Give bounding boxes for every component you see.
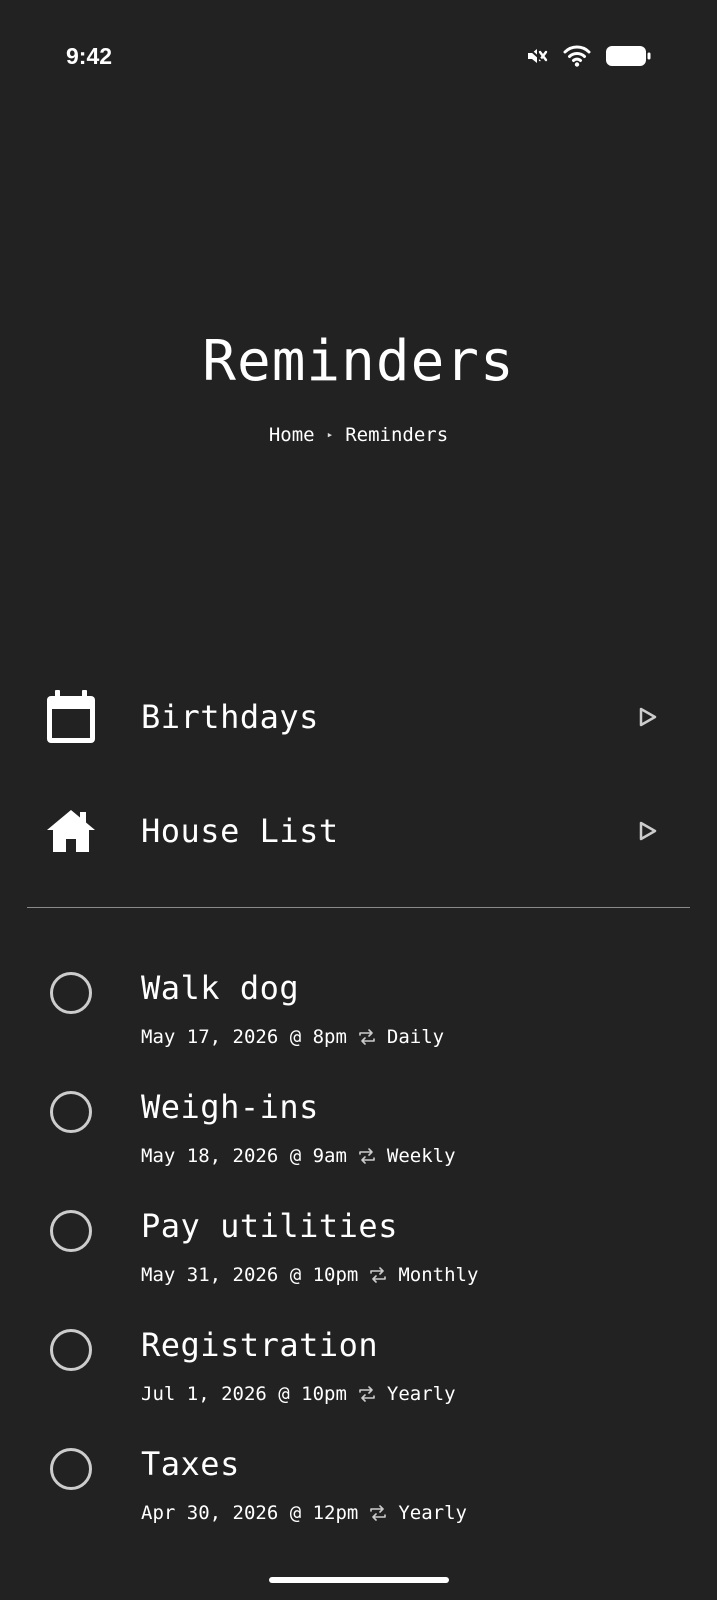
reminder-item[interactable]: Walk dog May 17, 2026 @ 8pm Daily	[0, 958, 717, 1077]
repeat-icon	[357, 1027, 377, 1047]
repeat-icon	[357, 1146, 377, 1166]
reminder-checkbox[interactable]	[50, 1091, 92, 1133]
reminder-meta: May 17, 2026 @ 8pm Daily	[141, 1024, 444, 1050]
category-house-list[interactable]: House List	[0, 774, 717, 888]
home-indicator[interactable]	[269, 1577, 449, 1583]
reminder-date: May 17, 2026 @ 8pm	[141, 1026, 347, 1048]
reminder-title: Pay utilities	[141, 1207, 398, 1245]
reminder-title: Registration	[141, 1326, 379, 1364]
reminder-item[interactable]: Pay utilities May 31, 2026 @ 10pm Monthl…	[0, 1196, 717, 1315]
mute-icon	[525, 44, 549, 68]
breadcrumb-separator-icon: ▸	[326, 428, 334, 441]
status-icons	[525, 42, 651, 70]
reminder-checkbox[interactable]	[50, 972, 92, 1014]
reminder-meta: May 31, 2026 @ 10pm Monthly	[141, 1262, 478, 1288]
reminder-title: Walk dog	[141, 969, 300, 1007]
reminder-meta: May 18, 2026 @ 9am Weekly	[141, 1143, 456, 1169]
reminder-meta: Apr 30, 2026 @ 12pm Yearly	[141, 1500, 467, 1526]
breadcrumb-current: Reminders	[345, 424, 449, 446]
chevron-right-icon	[637, 820, 659, 842]
status-bar: 9:42	[0, 0, 717, 112]
reminder-title: Taxes	[141, 1445, 240, 1483]
reminder-item[interactable]: Registration Jul 1, 2026 @ 10pm Yearly	[0, 1315, 717, 1434]
reminder-repeat: Daily	[386, 1026, 445, 1048]
reminder-date: Jul 1, 2026 @ 10pm	[141, 1383, 347, 1405]
reminder-checkbox[interactable]	[50, 1448, 92, 1490]
calendar-icon	[44, 689, 98, 745]
breadcrumb-home[interactable]: Home	[269, 422, 315, 448]
reminder-date: May 18, 2026 @ 9am	[141, 1145, 347, 1167]
reminder-checkbox[interactable]	[50, 1329, 92, 1371]
reminder-list: Walk dog May 17, 2026 @ 8pm Daily Weigh-…	[0, 958, 717, 1553]
page-header: Reminders Home ▸ Reminders	[0, 320, 717, 448]
category-list: Birthdays House List	[0, 660, 717, 888]
reminder-date: Apr 30, 2026 @ 12pm	[141, 1502, 359, 1524]
wifi-icon	[563, 44, 591, 68]
battery-icon	[605, 44, 651, 68]
reminder-repeat: Weekly	[386, 1145, 456, 1167]
reminder-meta: Jul 1, 2026 @ 10pm Yearly	[141, 1381, 456, 1407]
repeat-icon	[357, 1384, 377, 1404]
repeat-icon	[368, 1265, 388, 1285]
category-birthdays[interactable]: Birthdays	[0, 660, 717, 774]
reminder-repeat: Monthly	[398, 1264, 479, 1286]
reminder-item[interactable]: Weigh-ins May 18, 2026 @ 9am Weekly	[0, 1077, 717, 1196]
breadcrumb: Home ▸ Reminders	[0, 422, 717, 448]
reminder-date: May 31, 2026 @ 10pm	[141, 1264, 359, 1286]
reminder-item[interactable]: Taxes Apr 30, 2026 @ 12pm Yearly	[0, 1434, 717, 1553]
category-label: House List	[141, 812, 339, 850]
repeat-icon	[368, 1503, 388, 1523]
house-icon	[44, 803, 98, 859]
divider	[27, 907, 690, 908]
status-time: 9:42	[66, 43, 113, 69]
reminder-repeat: Yearly	[386, 1383, 456, 1405]
chevron-right-icon	[637, 706, 659, 728]
page-title: Reminders	[202, 329, 515, 394]
reminder-checkbox[interactable]	[50, 1210, 92, 1252]
category-label: Birthdays	[141, 698, 319, 736]
reminder-repeat: Yearly	[398, 1502, 467, 1524]
reminder-title: Weigh-ins	[141, 1088, 319, 1126]
